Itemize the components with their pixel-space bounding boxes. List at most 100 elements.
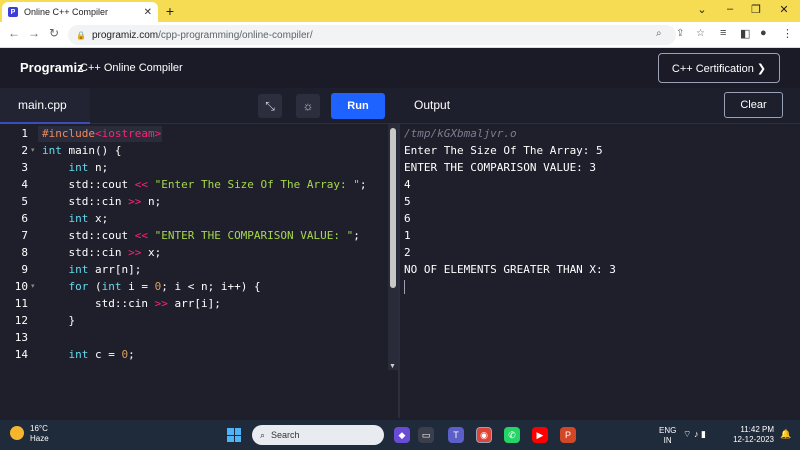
output-heading: Output bbox=[414, 98, 451, 112]
line-number: 11 bbox=[14, 297, 28, 310]
collapse-icon[interactable]: ⤡ bbox=[258, 94, 282, 118]
reload-icon[interactable]: ↻ bbox=[46, 26, 62, 40]
taskbar-clock[interactable]: 11:42 PM 12-12-2023 bbox=[728, 425, 774, 445]
output-line: NO OF ELEMENTS GREATER THAN X: 3 bbox=[404, 263, 616, 276]
powerpoint-icon[interactable]: P bbox=[560, 427, 576, 443]
output-line: 1 bbox=[404, 229, 411, 242]
output-panel: /tmp/kGXbmaljvr.o Enter The Size Of The … bbox=[398, 124, 800, 418]
output-line: Enter The Size Of The Array: 5 bbox=[404, 144, 603, 157]
line-number: 13 bbox=[14, 331, 28, 344]
code-line: std::cout << "Enter The Size Of The Arra… bbox=[42, 178, 367, 191]
code-line: std::cout << "ENTER THE COMPARISON VALUE… bbox=[42, 229, 360, 242]
taskbar-search-input[interactable]: ⌕ Search bbox=[252, 425, 384, 445]
line-number: 7 bbox=[21, 229, 28, 242]
scroll-down-arrow-icon[interactable]: ▼ bbox=[389, 363, 396, 370]
url-bar[interactable]: 🔒 programiz.com/cpp-programming/online-c… bbox=[68, 25, 676, 45]
volume-icon: ♪ bbox=[693, 429, 699, 439]
profile-avatar-icon[interactable]: ● bbox=[760, 27, 767, 39]
language-indicator[interactable]: ENG IN bbox=[659, 426, 676, 446]
notification-bell-icon[interactable]: 🔔 bbox=[780, 429, 791, 440]
line-number: 2 bbox=[21, 144, 28, 157]
file-tab-main-cpp[interactable]: main.cpp bbox=[0, 88, 90, 124]
weather-condition: Haze bbox=[30, 434, 49, 443]
minimize-icon[interactable]: – bbox=[720, 3, 740, 15]
clock-date: 12-12-2023 bbox=[733, 435, 774, 444]
side-panel-icon[interactable]: ◧ bbox=[740, 27, 750, 40]
fold-arrow-icon[interactable]: ▾ bbox=[31, 282, 35, 290]
run-button[interactable]: Run bbox=[331, 93, 385, 119]
programiz-favicon-icon: P bbox=[8, 7, 18, 17]
menu-dots-icon[interactable]: ⋮ bbox=[782, 27, 793, 40]
programiz-logo[interactable]: Programiz bbox=[20, 60, 84, 75]
browser-tab-bar: P Online C++ Compiler ✕ + ⌄ – ❐ ✕ bbox=[0, 0, 800, 22]
output-line: 4 bbox=[404, 178, 411, 191]
line-number: 6 bbox=[21, 212, 28, 225]
certification-button[interactable]: C++ Certification ❯ bbox=[658, 53, 780, 83]
forward-arrow-icon[interactable]: → bbox=[26, 26, 42, 40]
search-icon: ⌕ bbox=[260, 429, 266, 440]
weather-temp: 16°C bbox=[30, 424, 48, 433]
code-line: std::cin >> arr[i]; bbox=[42, 297, 221, 310]
code-line: } bbox=[42, 314, 76, 327]
code-line: #include<iostream> bbox=[42, 127, 162, 140]
restore-icon[interactable]: ❐ bbox=[746, 3, 766, 16]
bookmark-star-icon[interactable]: ☆ bbox=[696, 28, 705, 39]
system-tray-icons[interactable]: ⌔ ♪ ▮ bbox=[683, 429, 706, 440]
zoom-icon[interactable]: ⌕ bbox=[656, 28, 662, 39]
address-toolbar: ← → ↻ 🔒 programiz.com/cpp-programming/on… bbox=[0, 22, 800, 48]
output-line: 2 bbox=[404, 246, 411, 259]
share-icon[interactable]: ⇪ bbox=[676, 28, 684, 39]
close-tab-icon[interactable]: ✕ bbox=[144, 7, 152, 18]
fold-arrow-icon[interactable]: ▾ bbox=[31, 146, 35, 154]
editor-scrollbar[interactable]: ▼ bbox=[388, 124, 398, 370]
whatsapp-icon[interactable]: ✆ bbox=[504, 427, 520, 443]
youtube-icon[interactable]: ▶ bbox=[532, 427, 548, 443]
code-line: int c = 0; bbox=[68, 348, 135, 361]
code-line: std::cin >> n; bbox=[42, 195, 162, 208]
reading-list-icon[interactable]: ≡ bbox=[720, 27, 726, 39]
code-line: int n; bbox=[68, 161, 109, 174]
wifi-icon: ⌔ bbox=[683, 429, 692, 439]
line-number: 10 bbox=[14, 280, 28, 293]
teams-icon[interactable]: T bbox=[448, 427, 464, 443]
browser-tab-title: Online C++ Compiler bbox=[24, 7, 109, 17]
lang-code: ENG bbox=[659, 426, 677, 435]
output-path: /tmp/kGXbmaljvr.o bbox=[404, 127, 517, 140]
haze-weather-icon bbox=[10, 426, 24, 440]
lock-icon: 🔒 bbox=[76, 30, 86, 40]
chrome-icon[interactable]: ◉ bbox=[476, 427, 492, 443]
theme-toggle-sun-icon[interactable]: ☼ bbox=[296, 94, 320, 118]
new-tab-button[interactable]: + bbox=[162, 3, 178, 19]
compiler-toolbar: main.cpp ⤡ ☼ Run Output Clear bbox=[0, 88, 800, 124]
url-host: programiz.com bbox=[91, 29, 159, 41]
copilot-icon[interactable]: ◆ bbox=[394, 427, 410, 443]
clear-button[interactable]: Clear bbox=[724, 92, 783, 118]
code-line: int main() { bbox=[42, 144, 122, 157]
clock-time: 11:42 PM bbox=[740, 425, 774, 434]
close-window-icon[interactable]: ✕ bbox=[774, 3, 794, 16]
line-number: 3 bbox=[21, 161, 28, 174]
battery-icon: ▮ bbox=[701, 429, 706, 439]
code-line: int x; bbox=[68, 212, 109, 225]
line-number: 4 bbox=[21, 178, 28, 191]
output-line: ENTER THE COMPARISON VALUE: 3 bbox=[404, 161, 597, 174]
back-arrow-icon[interactable]: ← bbox=[6, 26, 22, 40]
terminal-cursor bbox=[404, 280, 405, 294]
code-editor[interactable]: 1 2 3 4 5 6 7 8 9 10 11 12 13 14 ▾ ▾ #include<iostrea… bbox=[0, 124, 398, 418]
code-line: std::cin >> x; bbox=[42, 246, 162, 259]
line-number: 1 bbox=[21, 127, 28, 140]
page-title: C++ Online Compiler bbox=[80, 62, 183, 74]
windows-start-icon[interactable] bbox=[227, 428, 241, 442]
code-line: for (int i = 0; i < n; i++) { bbox=[68, 280, 261, 293]
chevron-down-icon[interactable]: ⌄ bbox=[692, 3, 712, 16]
line-number: 8 bbox=[21, 246, 28, 259]
line-number: 9 bbox=[21, 263, 28, 276]
search-placeholder: Search bbox=[271, 430, 300, 440]
output-line: 5 bbox=[404, 195, 411, 208]
line-number: 14 bbox=[14, 348, 28, 361]
scrollbar-thumb[interactable] bbox=[390, 128, 396, 288]
browser-tab[interactable]: P Online C++ Compiler ✕ bbox=[2, 2, 158, 22]
line-number: 5 bbox=[21, 195, 28, 208]
task-view-icon[interactable]: ▭ bbox=[418, 427, 434, 443]
url-path: /cpp-programming/online-compiler/ bbox=[158, 29, 313, 41]
